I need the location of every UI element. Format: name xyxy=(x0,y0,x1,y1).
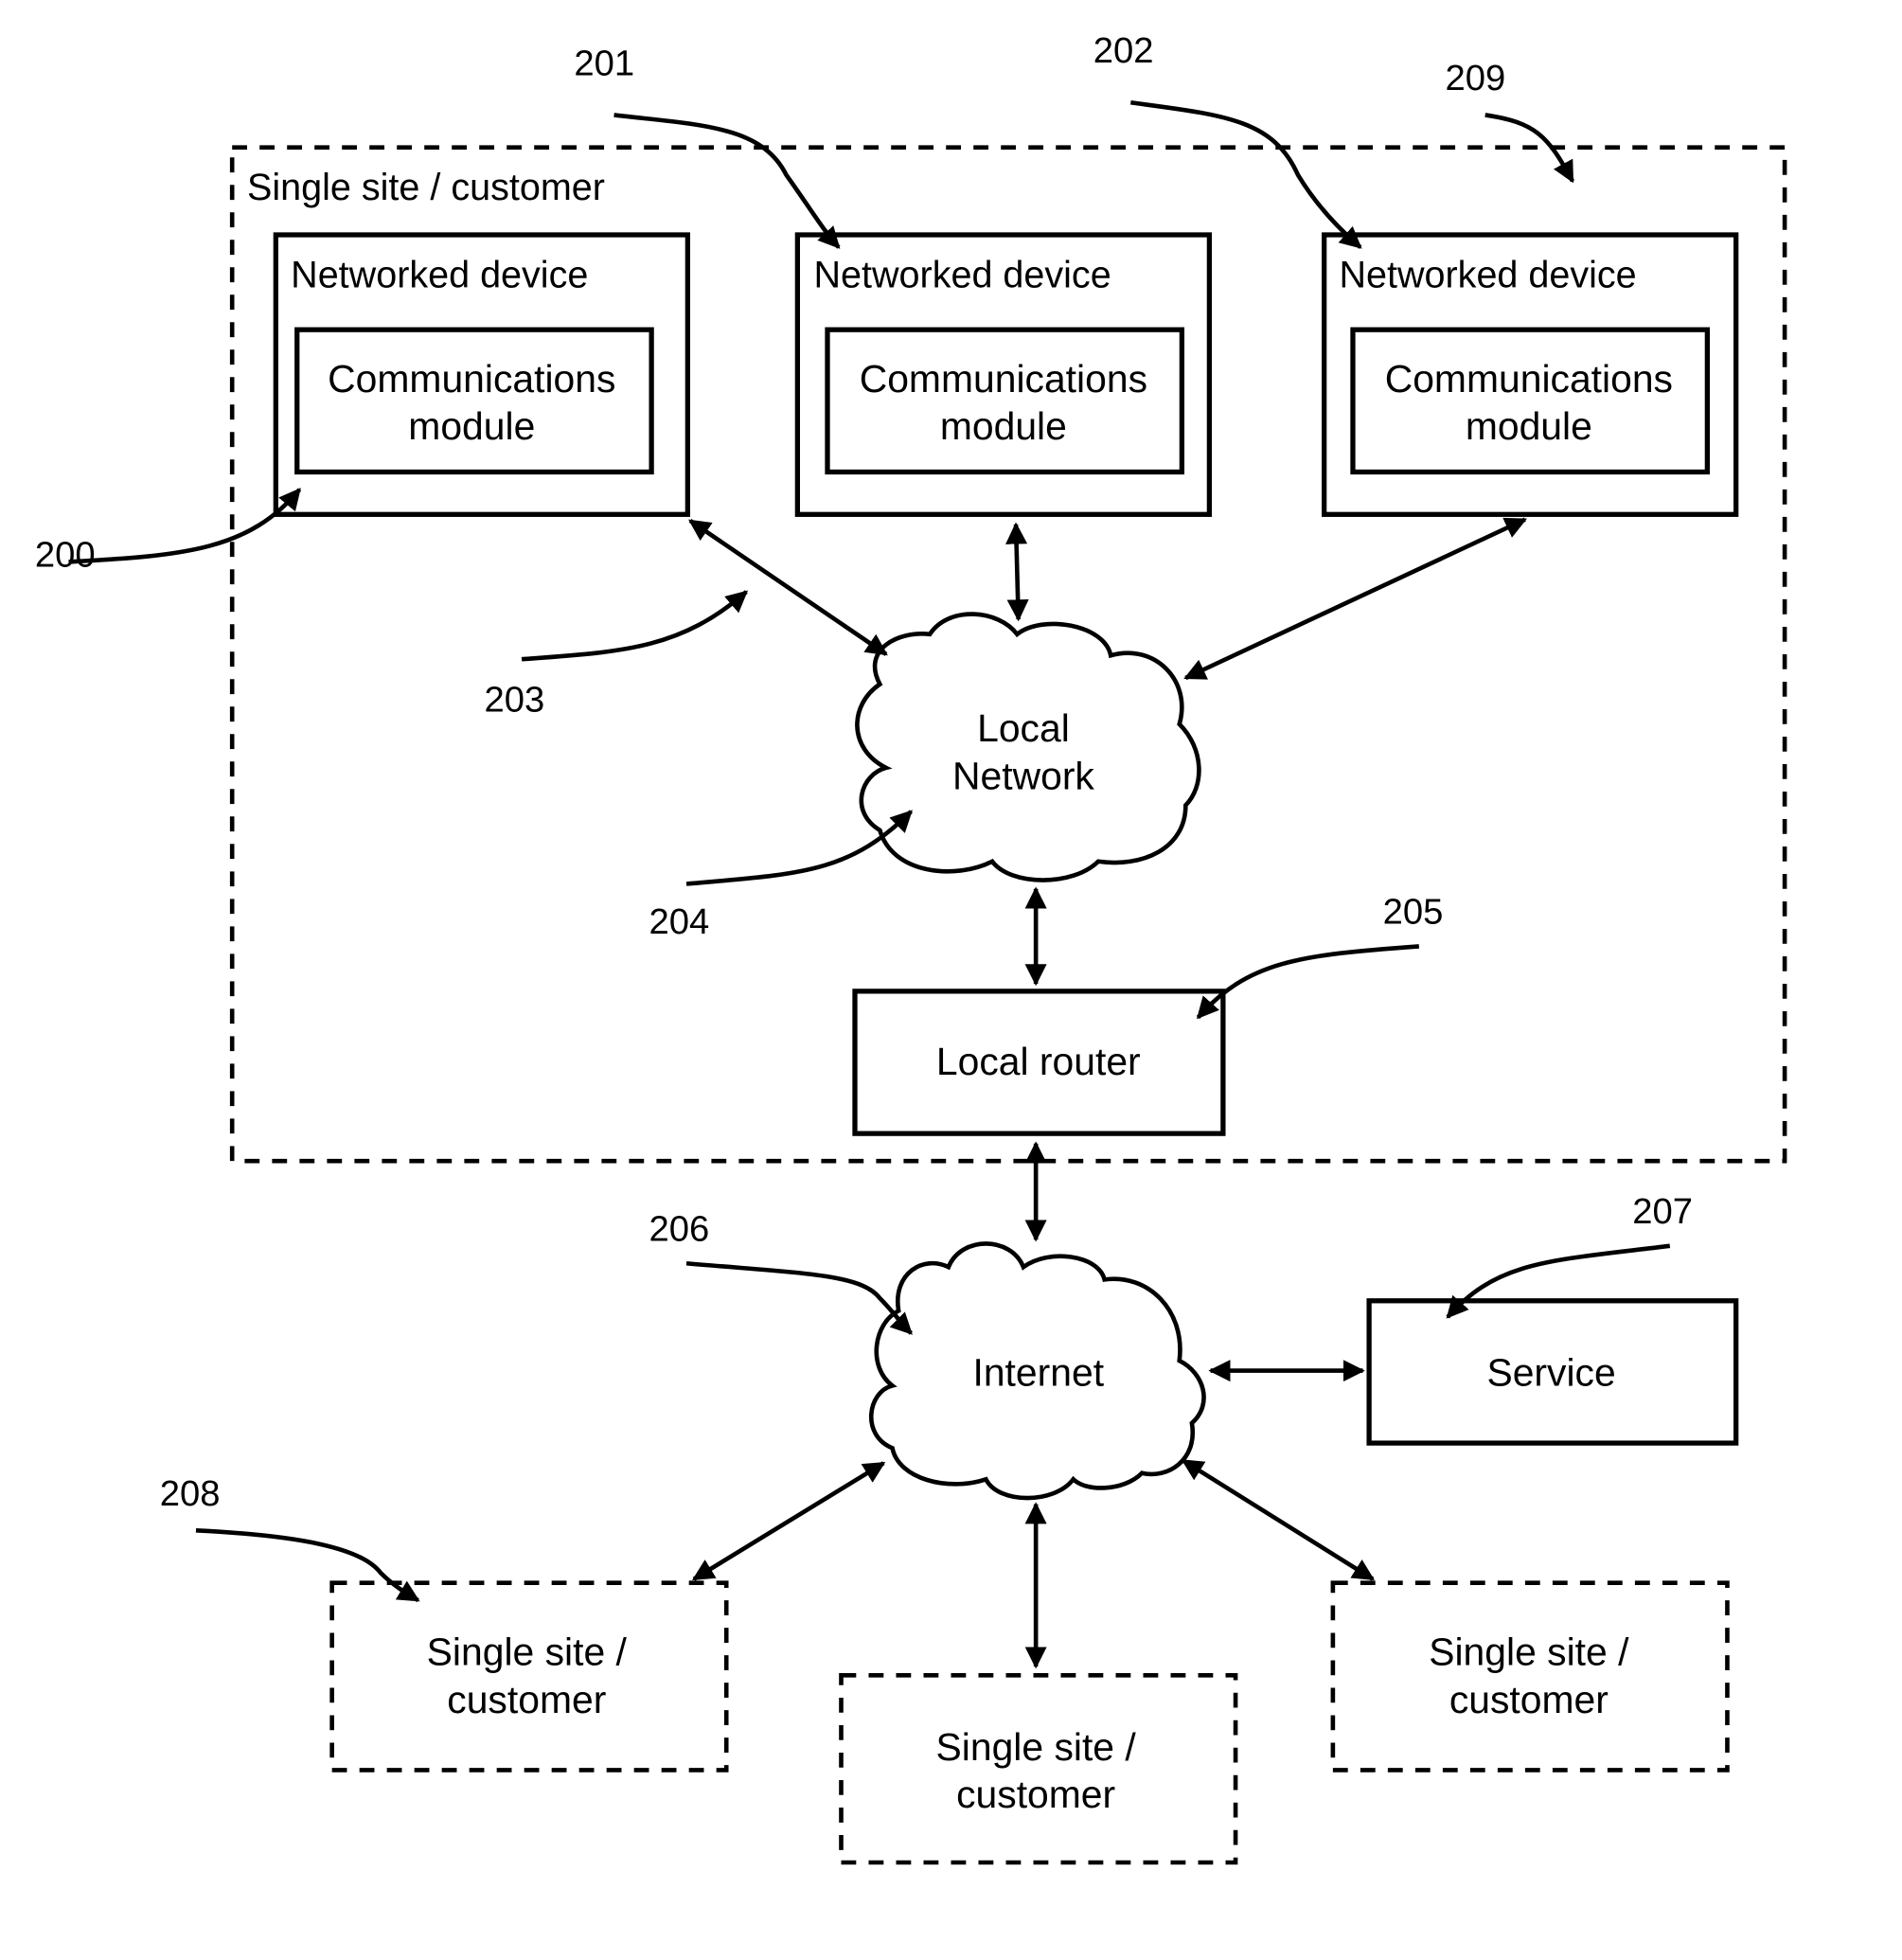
networked-device-title: Networked device xyxy=(813,254,1111,295)
remote-site-2: Single site / customer xyxy=(839,1672,1238,1865)
communications-module-line2: module xyxy=(1466,404,1592,448)
device2-network-link xyxy=(1005,522,1029,622)
ref-207: 207 xyxy=(1632,1191,1693,1232)
leader-206 xyxy=(685,1260,913,1335)
ref-202: 202 xyxy=(1093,30,1154,71)
communications-module-line1: Communications xyxy=(860,357,1147,401)
service-label: Service xyxy=(1486,1350,1615,1394)
communications-module-box xyxy=(1350,327,1710,475)
networked-device-title: Networked device xyxy=(1339,254,1636,295)
site-container-label: Single site / customer xyxy=(247,167,605,208)
local-network-line1: Local xyxy=(977,706,1070,750)
ref-206: 206 xyxy=(649,1209,709,1250)
local-network-cloud: Local Network xyxy=(855,612,1201,882)
internet-site1-link xyxy=(691,1461,886,1581)
ref-209: 209 xyxy=(1446,58,1506,98)
ref-200: 200 xyxy=(35,535,96,576)
remote-site-line1: Single site / xyxy=(427,1630,628,1674)
communications-module-box xyxy=(825,327,1185,475)
ref-205: 205 xyxy=(1383,892,1444,933)
communications-module-line1: Communications xyxy=(1385,357,1673,401)
remote-site-border xyxy=(1330,1580,1730,1773)
remote-site-border xyxy=(839,1672,1238,1865)
remote-site-1: Single site / customer xyxy=(329,1580,729,1773)
leader-200 xyxy=(68,488,302,564)
networked-device-title: Networked device xyxy=(291,254,588,295)
communications-module-line1: Communications xyxy=(328,357,615,401)
internet-site3-link xyxy=(1181,1458,1376,1581)
networked-device-1: Networked device Communications module xyxy=(273,232,690,517)
ref-204: 204 xyxy=(649,901,709,942)
ref-201: 201 xyxy=(574,43,634,83)
remote-site-line2: customer xyxy=(447,1678,606,1721)
remote-site-line1: Single site / xyxy=(1429,1630,1629,1674)
network-diagram: Single site / customer Networked device … xyxy=(35,30,1787,1865)
leader-203 xyxy=(521,590,749,662)
leader-205 xyxy=(1196,944,1420,1020)
internet-label: Internet xyxy=(972,1350,1104,1394)
remote-site-3: Single site / customer xyxy=(1330,1580,1730,1773)
device1-network-link xyxy=(688,518,888,656)
remote-site-line2: customer xyxy=(1449,1678,1609,1721)
leader-208 xyxy=(195,1528,420,1603)
ref-203: 203 xyxy=(484,680,544,721)
ref-208: 208 xyxy=(160,1473,221,1514)
communications-module-line2: module xyxy=(408,404,535,448)
device3-network-link xyxy=(1183,517,1527,681)
remote-site-line2: customer xyxy=(956,1773,1115,1816)
internet-cloud: Internet xyxy=(868,1241,1206,1501)
local-router: Local router xyxy=(852,989,1226,1136)
remote-site-border xyxy=(329,1580,729,1773)
remote-site-line1: Single site / xyxy=(936,1725,1137,1769)
communications-module-box xyxy=(294,327,654,475)
local-network-line2: Network xyxy=(952,754,1094,797)
networked-device-2: Networked device Communications module xyxy=(794,232,1213,517)
leader-202 xyxy=(1130,99,1362,249)
communications-module-line2: module xyxy=(940,404,1067,448)
networked-device-3: Networked device Communications module xyxy=(1322,232,1739,517)
local-router-label: Local router xyxy=(936,1040,1141,1083)
service: Service xyxy=(1366,1298,1739,1446)
leader-201 xyxy=(613,113,841,249)
